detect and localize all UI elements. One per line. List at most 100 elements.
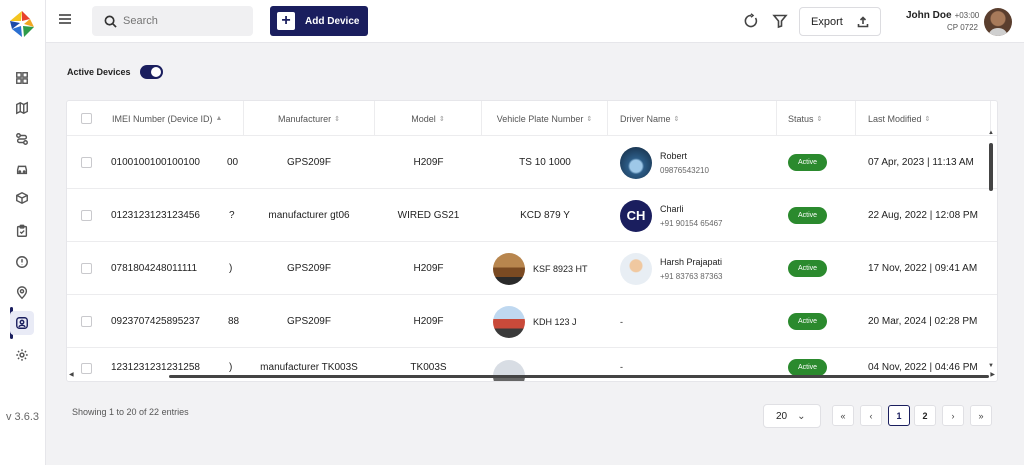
column-label-model: Model — [411, 113, 436, 124]
upload-icon — [857, 15, 869, 27]
model-cell: WIRED GS21 — [397, 210, 460, 221]
scroll-down-icon[interactable]: ▼ — [988, 363, 994, 369]
truck-photo — [493, 252, 525, 285]
column-header-model[interactable]: Model ⇕ — [375, 101, 482, 136]
search-box[interactable] — [92, 6, 253, 36]
imei-cell: 0100100100100100 — [111, 157, 200, 168]
sidebar-item-routes[interactable] — [10, 127, 34, 151]
modified-cell: 22 Aug, 2022 | 12:08 PM — [868, 210, 978, 221]
truncated-cell: ? — [229, 210, 235, 221]
page-button-2[interactable]: 2 — [914, 405, 936, 426]
first-page-button[interactable]: « — [832, 405, 854, 426]
prev-page-button[interactable]: ‹ — [860, 405, 882, 426]
row-checkbox[interactable] — [80, 210, 92, 221]
sort-icon[interactable]: ⇕ — [817, 115, 823, 123]
imei-cell: 0123123123123456 — [111, 210, 200, 221]
hamburger-menu-icon[interactable] — [58, 12, 72, 26]
top-header: + Add Device Export John Doe+03:00 CP 07… — [46, 0, 1024, 43]
sidebar-item-vehicles[interactable] — [10, 157, 34, 181]
last-page-button[interactable]: » — [970, 405, 992, 426]
status-badge: Active — [788, 260, 828, 277]
scroll-up-icon[interactable]: ▲ — [988, 130, 994, 136]
active-devices-toggle[interactable] — [140, 65, 163, 79]
driver-phone: 09876543210 — [660, 165, 709, 175]
horizontal-scroll-thumb[interactable] — [169, 375, 989, 378]
truncated-cell: 88 — [228, 316, 240, 327]
column-header-imei[interactable]: IMEI Number (Device ID) ▲ — [105, 101, 243, 136]
sidebar-item-devices[interactable] — [10, 311, 34, 335]
manufacturer-cell: GPS209F — [287, 263, 331, 274]
sidebar-item-dashboard[interactable] — [10, 66, 34, 90]
plate-cell: KSF 8923 HT — [493, 242, 608, 295]
horizontal-scrollbar[interactable] — [81, 375, 993, 379]
sort-icon[interactable]: ⇕ — [439, 115, 445, 123]
user-info[interactable]: John Doe +03:00 — [906, 10, 979, 21]
column-header-manufacturer[interactable]: Manufacturer ⇕ — [243, 101, 375, 136]
sidebar: v 3.6.3 — [0, 0, 46, 465]
column-label-modified: Last Modified — [868, 113, 922, 124]
truck-photo — [493, 305, 525, 338]
alert-icon — [16, 256, 28, 268]
sidebar-item-alerts[interactable] — [10, 250, 34, 274]
add-device-button[interactable]: + Add Device — [270, 6, 368, 36]
column-label-plate: Vehicle Plate Number — [496, 113, 584, 124]
column-header-plate[interactable]: Vehicle Plate Number ⇕ — [482, 101, 608, 136]
driver-cell[interactable]: Harsh Prajapati +91 83763 87363 — [620, 242, 777, 295]
clipboard-icon — [16, 224, 28, 237]
sidebar-item-settings[interactable] — [10, 343, 34, 367]
table-row[interactable]: 0923707425895237 88 GPS209F H209F KDH 12… — [67, 295, 997, 348]
sort-icon[interactable]: ⇕ — [334, 115, 340, 123]
row-checkbox[interactable] — [80, 157, 92, 168]
app-logo-icon[interactable] — [8, 9, 36, 39]
driver-name: - — [620, 316, 623, 327]
select-all-checkbox[interactable] — [80, 113, 92, 124]
export-button[interactable]: Export — [799, 7, 881, 36]
column-label-manufacturer: Manufacturer — [278, 113, 332, 124]
search-input[interactable] — [123, 15, 243, 27]
sidebar-item-reports[interactable] — [10, 219, 34, 243]
table-row[interactable]: 0100100100100100 00 GPS209F H209F TS 10 … — [67, 136, 997, 189]
page-size-select[interactable]: 20 ⌄ — [763, 404, 821, 428]
double-chevron-left-icon: « — [840, 410, 846, 421]
chevron-right-icon: › — [951, 410, 955, 421]
column-label-status: Status — [788, 113, 814, 124]
sidebar-item-geofence[interactable] — [10, 281, 34, 305]
vertical-scrollbar[interactable] — [989, 143, 993, 191]
column-header-driver[interactable]: Driver Name ⇕ — [608, 101, 777, 136]
sort-icon[interactable]: ⇕ — [586, 115, 592, 123]
row-checkbox[interactable] — [80, 263, 92, 274]
refresh-icon[interactable] — [743, 13, 759, 29]
scroll-left-icon[interactable]: ◀ — [69, 371, 74, 378]
page-button-1[interactable]: 1 — [888, 405, 910, 426]
row-checkbox[interactable] — [80, 363, 92, 374]
driver-phone: +91 90154 65467 — [660, 218, 723, 228]
sort-icon[interactable]: ⇕ — [674, 115, 680, 123]
sidebar-item-inventory[interactable] — [10, 186, 34, 210]
truncated-cell: ) — [229, 263, 233, 274]
sidebar-item-map[interactable] — [10, 96, 34, 120]
column-header-status[interactable]: Status ⇕ — [777, 101, 856, 136]
entries-summary: Showing 1 to 20 of 22 entries — [72, 407, 189, 417]
plate-cell: KCD 879 Y — [520, 210, 570, 221]
row-checkbox[interactable] — [80, 316, 92, 327]
plate-number: KSF 8923 HT — [533, 263, 588, 274]
status-badge: Active — [788, 359, 828, 376]
modified-cell: 20 Mar, 2024 | 02:28 PM — [868, 316, 978, 327]
table-row[interactable]: 0781804248011111 ) GPS209F H209F KSF 892… — [67, 242, 997, 295]
sort-icon[interactable]: ⇕ — [925, 115, 931, 123]
plate-number: KDH 123 J — [533, 316, 577, 327]
filter-icon[interactable] — [772, 13, 788, 29]
status-cell: Active — [788, 295, 856, 348]
column-header-last-modified[interactable]: Last Modified ⇕ — [856, 101, 991, 136]
next-page-button[interactable]: › — [942, 405, 964, 426]
model-cell: H209F — [413, 316, 444, 327]
driver-cell[interactable]: Robert 09876543210 — [620, 136, 777, 189]
modified-cell: 07 Apr, 2023 | 11:13 AM — [868, 157, 974, 168]
plate-cell: KDH 123 J — [493, 295, 608, 348]
driver-cell[interactable]: CH Charli +91 90154 65467 — [620, 189, 777, 242]
user-avatar[interactable] — [984, 8, 1012, 36]
scroll-right-icon[interactable]: ▶ — [990, 371, 995, 378]
sort-asc-icon[interactable]: ▲ — [216, 115, 223, 122]
table-row[interactable]: 0123123123123456 ? manufacturer gt06 WIR… — [67, 189, 997, 242]
plus-icon: + — [277, 12, 295, 30]
